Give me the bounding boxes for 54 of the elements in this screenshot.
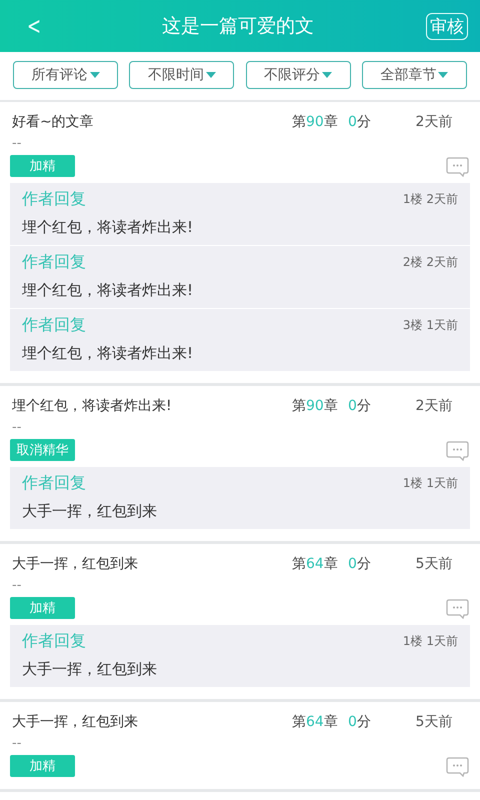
reply-author: 作者回复 xyxy=(22,631,86,652)
comment-icon[interactable] xyxy=(446,599,469,619)
reply-text: 埋个红包，将读者炸出来! xyxy=(22,344,194,362)
reply-author: 作者回复 xyxy=(22,189,86,210)
chapter-label: 第64章 xyxy=(292,555,339,573)
score-label: 0分 xyxy=(348,555,372,573)
chapter-label: 第64章 xyxy=(292,713,339,731)
comment-text: 好看~的文章 xyxy=(11,113,95,131)
comment-time: 2天前 xyxy=(414,113,454,131)
reply-text: 埋个红包，将读者炸出来! xyxy=(22,281,194,299)
comment-time: 2天前 xyxy=(414,397,454,415)
comment-icon[interactable] xyxy=(446,157,469,177)
score-label: 0分 xyxy=(348,397,372,415)
chapter-label: 第90章 xyxy=(292,397,339,415)
caret-icon xyxy=(322,72,332,78)
reply-text: 大手一挥，红包到来 xyxy=(22,660,157,678)
filter-dropdown[interactable]: 不限评分 xyxy=(246,61,351,89)
review-button[interactable]: 审核 xyxy=(426,12,468,40)
comment-time: 5天前 xyxy=(414,713,454,731)
reply-text: 大手一挥，红包到来 xyxy=(22,502,157,520)
comment-subtext: -- xyxy=(12,736,22,751)
comment-text: 埋个红包，将读者炸出来! xyxy=(11,397,173,415)
feature-button[interactable]: 取消精华 xyxy=(10,439,75,461)
comment-text: 大手一挥，红包到来 xyxy=(11,713,139,731)
caret-icon xyxy=(206,72,216,78)
comment-icon[interactable] xyxy=(446,441,469,461)
score-label: 0分 xyxy=(348,113,372,131)
comment-icon[interactable] xyxy=(446,757,469,777)
reply-meta: 1楼 1天前 xyxy=(402,633,458,650)
comment-subtext: -- xyxy=(12,420,22,435)
filter-dropdown[interactable]: 所有评论 xyxy=(13,61,118,89)
reply-meta: 3楼 1天前 xyxy=(402,317,458,334)
reply-author: 作者回复 xyxy=(22,252,86,273)
caret-icon xyxy=(438,72,448,78)
reply-meta: 1楼 1天前 xyxy=(402,475,458,492)
feature-button[interactable]: 加精 xyxy=(10,597,75,619)
feature-button[interactable]: 加精 xyxy=(10,155,75,177)
comment-time: 5天前 xyxy=(414,555,454,573)
reply-text: 埋个红包，将读者炸出来! xyxy=(22,218,194,236)
comment-text: 大手一挥，红包到来 xyxy=(11,555,139,573)
filter-dropdown[interactable]: 全部章节 xyxy=(362,61,467,89)
score-label: 0分 xyxy=(348,713,372,731)
chapter-label: 第90章 xyxy=(292,113,339,131)
comment-subtext: -- xyxy=(12,578,22,593)
feature-button[interactable]: 加精 xyxy=(10,755,75,777)
reply-author: 作者回复 xyxy=(22,315,86,336)
filter-dropdown[interactable]: 不限时间 xyxy=(129,61,234,89)
reply-meta: 2楼 2天前 xyxy=(402,254,458,271)
reply-meta: 1楼 2天前 xyxy=(402,191,458,208)
back-button[interactable]: < xyxy=(22,12,46,40)
reply-author: 作者回复 xyxy=(22,473,86,494)
page-title: 这是一篇可爱的文 xyxy=(162,14,314,39)
caret-icon xyxy=(90,72,100,78)
comment-subtext: -- xyxy=(12,136,22,151)
